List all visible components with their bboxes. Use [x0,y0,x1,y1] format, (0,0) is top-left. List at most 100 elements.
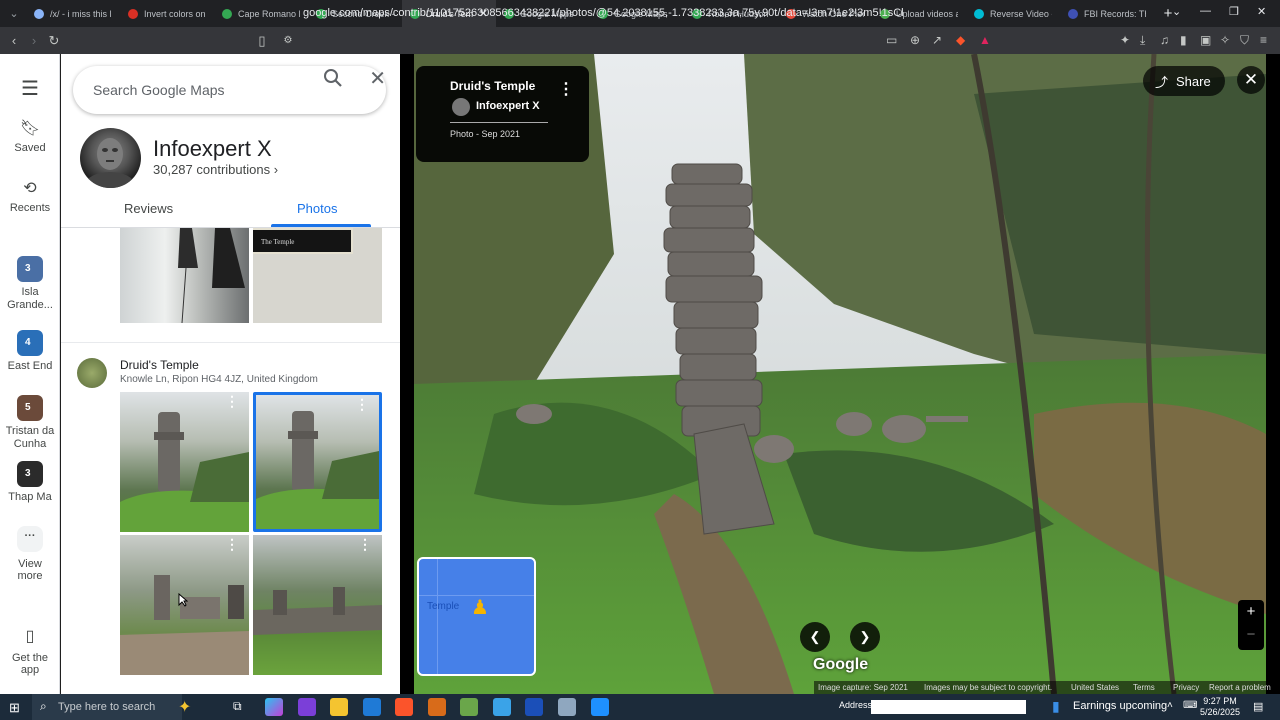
forward-icon[interactable]: › [24,33,44,48]
contributions-link[interactable]: 30,287 contributions › [153,162,278,177]
maximize-button[interactable]: ❐ [1229,5,1239,18]
zoom-control: + − [1238,600,1264,650]
cortana-sparkle-icon[interactable]: ✦ [178,697,191,717]
bells-image [178,228,245,323]
address-toolbar-input[interactable] [871,700,1026,714]
minimap[interactable]: Temple ♟ [417,557,536,676]
search-icon[interactable] [323,68,343,88]
more-options-icon[interactable]: ⋮ [225,394,239,408]
photo-thumbnail-selected[interactable]: ⋮ [253,392,382,532]
browser-tab[interactable]: /x/ - i miss this lit [26,0,120,27]
close-icon[interactable]: ✕ [1237,66,1265,94]
plaque-text: The Temple [261,238,295,246]
extensions-icon[interactable]: ✦ [1120,33,1130,47]
saved-button[interactable]: 🔖︎ Saved [0,118,60,154]
minimize-button[interactable]: — [1200,5,1211,17]
more-options-icon[interactable]: ⋮ [558,79,574,99]
app-icon[interactable] [558,698,576,716]
card-author[interactable]: Infoexpert X [476,100,540,112]
app-icon[interactable] [460,698,478,716]
recent-place-item[interactable]: 3 Thap Ma [0,461,60,504]
close-icon[interactable]: ✕ [369,66,386,91]
photo-thumbnail[interactable]: ⋮ [120,392,249,532]
attribution-item[interactable]: Terms [1129,683,1169,692]
tray-chevron-icon[interactable]: ˄ [1167,700,1173,711]
photo-count-badge: 3 [25,263,31,274]
downloads-icon[interactable]: ⤓ [1140,33,1145,48]
browser-tab[interactable]: Reverse Video - [966,0,1060,27]
share-button[interactable]: ⤴ Share [1143,66,1225,96]
browser-tab[interactable]: Invert colors onli [120,0,214,27]
system-clock[interactable]: 9:27 PM 5/26/2025 [1200,696,1240,718]
task-view-icon[interactable]: ⧉ [233,699,242,714]
browser-tab[interactable]: Cape Romano Do [214,0,308,27]
sidebar-icon[interactable]: ▮ [1180,33,1187,47]
search-input[interactable]: Search Google Maps [93,82,225,98]
attribution-item[interactable]: Report a problem [1205,683,1271,692]
site-info-icon[interactable]: ⚙ [278,35,298,46]
keyboard-icon[interactable]: ⌨ [1183,700,1197,711]
recent-place-item[interactable]: 5 Tristan da Cunha [0,395,60,451]
app-icon[interactable] [298,698,316,716]
recent-place-thumbnail: 4 [17,330,43,356]
media-icon[interactable]: ♫ [1160,33,1169,47]
menu-button[interactable]: ☰ [0,76,60,101]
vpn-icon[interactable]: ⛉ [1240,33,1249,48]
copilot-icon[interactable] [265,698,283,716]
app-icon[interactable] [493,698,511,716]
app-icon[interactable] [591,698,609,716]
more-options-icon[interactable]: ⋮ [355,397,369,411]
notifications-icon[interactable]: ▤ [1253,700,1263,713]
brave-browser-icon[interactable] [395,698,413,716]
recent-place-item[interactable]: 3 Isla Grande... [0,256,60,312]
menu-icon[interactable]: ≡ [1260,33,1267,47]
more-options-icon[interactable]: ⋮ [225,537,239,551]
close-window-button[interactable]: ✕ [1257,5,1266,18]
attribution-item[interactable]: United States [1067,683,1129,692]
file-explorer-icon[interactable] [330,698,348,716]
brave-rewards-icon[interactable]: ▲ [979,33,991,47]
windows-start-icon[interactable]: ⊞ [9,700,20,716]
photo-thumbnail[interactable]: The Temple [253,228,382,323]
previous-photo-button[interactable]: ❮ [800,622,830,652]
recent-place-thumbnail: 3 [17,256,43,282]
recent-place-label: Tristan da Cunha [5,425,55,450]
tab-search-icon[interactable]: ⌄ [6,6,22,22]
reload-icon[interactable]: ↻ [44,33,64,49]
tab-title: FBI Records: The [1084,8,1146,19]
tab-photos[interactable]: Photos [297,201,337,216]
screen-icon[interactable]: ▭ [886,33,897,47]
app-icon[interactable] [428,698,446,716]
leo-icon[interactable]: ✧ [1220,33,1230,47]
back-icon[interactable]: ‹ [4,33,24,48]
view-more-button[interactable]: ··· View more [0,526,60,582]
bookmark-icon[interactable]: ▯ [252,33,272,49]
more-options-icon[interactable]: ⋮ [358,537,372,551]
card-title[interactable]: Druid's Temple [450,79,535,93]
browser-tab[interactable]: FBI Records: The [1060,0,1154,27]
share-page-icon[interactable]: ↗ [932,33,942,47]
photo-thumbnail[interactable]: ⋮ [253,535,382,675]
zoom-out-button[interactable]: − [1238,624,1264,646]
place-title[interactable]: Druid's Temple [120,358,199,372]
news-widget[interactable]: Earnings upcoming [1073,700,1167,712]
next-photo-button[interactable]: ❯ [850,622,880,652]
zoom-icon[interactable]: ⊕ [910,33,920,47]
taskbar-search[interactable]: Type here to search [32,694,182,720]
tab-reviews[interactable]: Reviews [124,201,173,216]
recent-place-item[interactable]: 4 East End [0,330,60,373]
brave-shield-icon[interactable]: ◆ [956,33,965,47]
taskbar-search-input[interactable]: Type here to search [58,701,155,713]
recent-place-thumbnail: 3 [17,461,43,487]
map-road [437,559,438,674]
photo-thumbnail[interactable] [120,228,249,323]
recents-button[interactable]: ⟲ Recents [0,178,60,214]
attribution-item[interactable]: Privacy [1169,683,1205,692]
zoom-in-button[interactable]: + [1238,600,1264,624]
url-field[interactable]: google.com/maps/contrib/1101752630856634… [303,4,903,23]
wallet-icon[interactable]: ▣ [1200,33,1211,47]
app-icon[interactable] [363,698,381,716]
tab-list-icon[interactable]: ⌄ [1172,5,1181,18]
get-app-button[interactable]: ▯ Get the app [0,626,60,676]
app-icon[interactable] [525,698,543,716]
